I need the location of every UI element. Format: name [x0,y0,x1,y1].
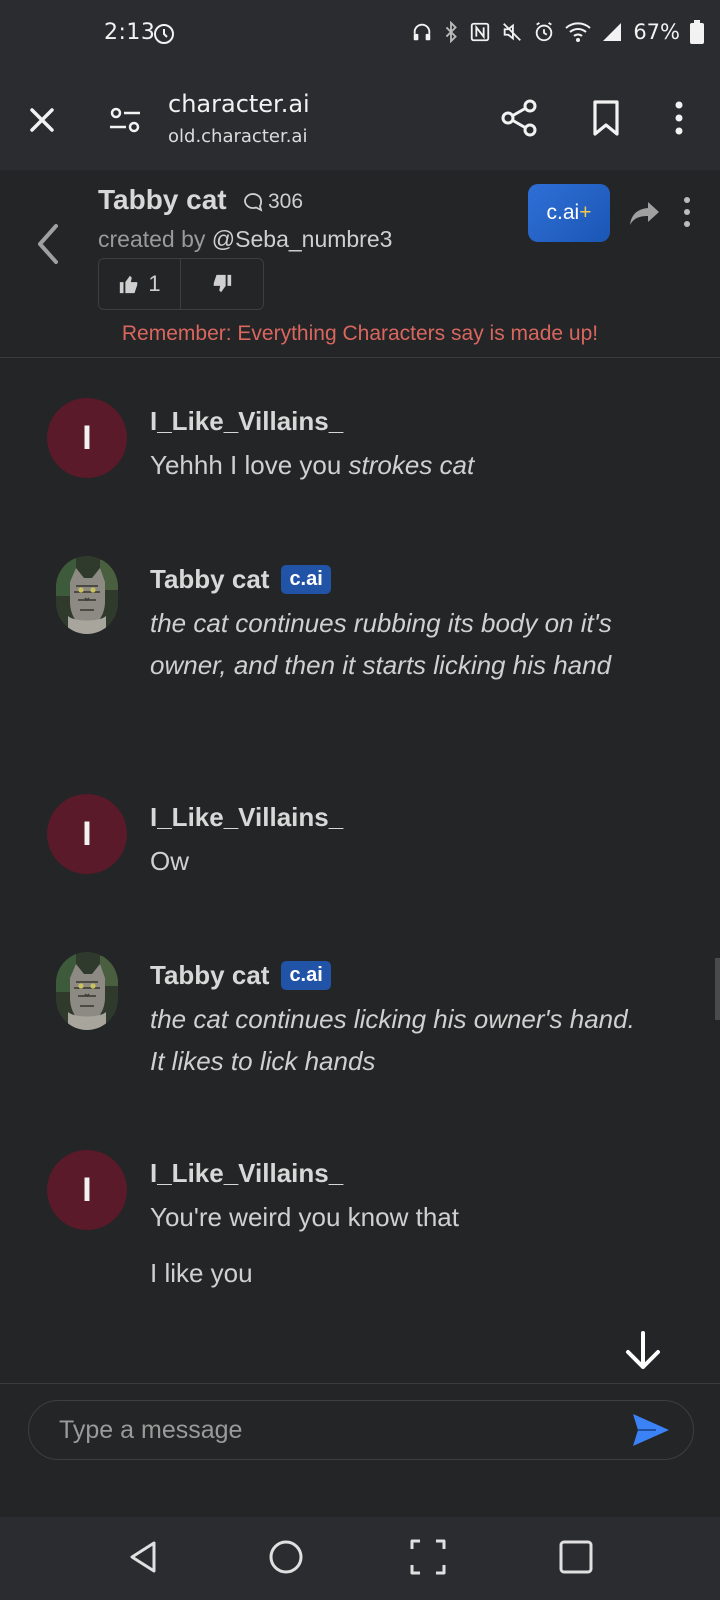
nfc-icon [471,22,490,42]
scrollbar[interactable] [715,958,720,1020]
message-author: Tabby cat c.ai [150,564,331,595]
site-info[interactable]: character.ai old.character.ai [168,90,310,147]
cai-plus-mark: + [579,201,592,224]
character-header: Tabby cat 306 created by @Seba_numbre3 1… [0,170,720,358]
message-author-name: Tabby cat [150,564,270,594]
message-text-plain: I like you [150,1258,253,1288]
chat-count-value: 306 [268,190,304,213]
screenshot-icon[interactable] [408,1537,448,1577]
share-icon[interactable] [500,98,540,138]
arrow-down-icon[interactable] [620,1328,666,1374]
avatar[interactable]: I [47,794,127,874]
back-icon[interactable] [124,1537,164,1577]
message-author-name: I_Like_Villains_ [150,406,344,436]
bookmark-icon[interactable] [586,98,626,138]
page-url: old.character.ai [168,126,308,147]
avatar[interactable]: I [47,398,127,478]
vote-box: 1 [98,258,264,310]
avatar[interactable] [56,556,118,634]
character-name: Tabby cat [98,184,227,215]
like-count: 1 [148,271,161,296]
message-field[interactable] [28,1400,694,1460]
bluetooth-icon [446,21,458,43]
message-author: Tabby cat c.ai [150,960,331,991]
tabby-cat-avatar-icon [56,952,118,1030]
tabby-cat-avatar-icon [56,556,118,634]
chat-area[interactable]: I I_Like_Villains_ Yehhh I love you stro… [0,358,720,1383]
cai-plus-label: c.ai [546,201,580,224]
forward-icon[interactable] [628,196,662,230]
headphones-icon [414,23,431,41]
alarm-icon [536,22,553,42]
status-time: 2:13 [104,20,156,45]
like-button[interactable]: 1 [99,259,181,309]
message-text: Yehhh I love you strokes cat [150,444,650,486]
close-icon[interactable] [22,100,62,140]
cai-plus-button[interactable]: c.ai + [528,184,610,242]
send-icon[interactable] [631,1412,671,1448]
system-nav-bar [0,1517,720,1600]
message-author-name: Tabby cat [150,960,270,990]
more-vert-icon[interactable] [664,98,694,138]
message-text-italic: the cat continues rubbing its body on it… [150,608,612,680]
composer [0,1383,720,1517]
message-text: I like you [150,1252,650,1294]
message-author: I_Like_Villains_ [150,802,343,833]
creator-handle[interactable]: @Seba_numbre3 [212,226,393,252]
cai-badge: c.ai [281,961,331,990]
message-text: the cat continues rubbing its body on it… [150,602,650,686]
message-text-italic: the cat continues licking his owner's ha… [150,1004,635,1076]
message-text: the cat continues licking his owner's ha… [150,998,650,1082]
recents-icon[interactable] [556,1537,596,1577]
disclaimer-text: Remember: Everything Characters say is m… [121,322,599,345]
creator-prefix: created by [98,226,212,252]
thumbs-up-icon [120,275,138,294]
home-icon[interactable] [266,1537,306,1577]
chat-count: 306 [242,190,303,214]
signal-icon [603,23,622,41]
thumbs-down-icon [213,274,232,293]
tune-icon[interactable] [106,100,146,140]
message-author: I_Like_Villains_ [150,406,343,437]
chat-bubble-icon [244,193,263,212]
message-text-plain: Yehhh I love you [150,450,349,480]
wifi-icon [565,22,591,42]
message-text: You're weird you know that [150,1196,650,1238]
status-bar: 2:13 67% [0,0,720,70]
mute-icon [503,23,522,41]
message-author: I_Like_Villains_ [150,1158,343,1189]
status-icons: 67% [411,20,704,44]
avatar[interactable]: I [47,1150,127,1230]
browser-toolbar: character.ai old.character.ai [0,70,720,170]
message-author-name: I_Like_Villains_ [150,802,344,832]
creator-line: created by @Seba_numbre3 [98,226,392,253]
battery-icon [690,20,704,44]
message-author-name: I_Like_Villains_ [150,1158,344,1188]
more-vert-icon[interactable] [680,194,694,230]
clock-icon [154,24,174,44]
message-text: Ow [150,840,650,882]
avatar[interactable] [56,952,118,1030]
message-text-plain: Ow [150,846,189,876]
page-title: character.ai [168,90,310,118]
message-text-plain: You're weird you know that [150,1202,459,1232]
dislike-button[interactable] [181,259,263,309]
message-input[interactable] [59,1401,599,1459]
battery-level: 67% [633,20,680,44]
cai-badge: c.ai [281,565,331,594]
message-text-italic: strokes cat [348,450,475,480]
chevron-left-icon[interactable] [30,222,66,266]
